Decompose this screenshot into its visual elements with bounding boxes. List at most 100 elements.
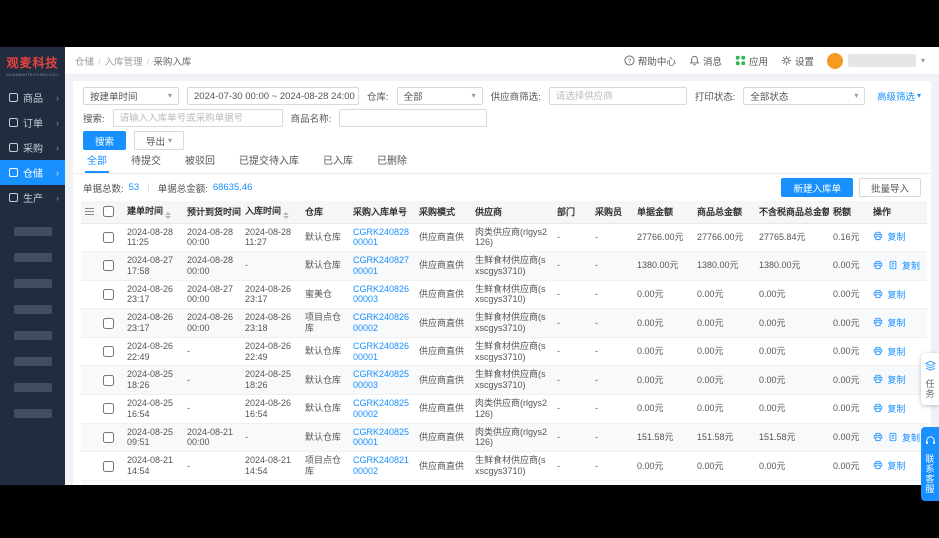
orders-icon bbox=[9, 118, 18, 127]
copy-link[interactable]: 复制 bbox=[902, 261, 920, 271]
expand-all-header[interactable] bbox=[81, 201, 99, 223]
cell-tax: 0.16元 bbox=[829, 223, 869, 252]
print-icon[interactable] bbox=[873, 403, 883, 413]
copy-link[interactable]: 复制 bbox=[902, 433, 920, 443]
supplier-filter-input[interactable] bbox=[549, 87, 687, 105]
tab-pending-submit[interactable]: 待提交 bbox=[129, 152, 163, 173]
copy-link[interactable]: 复制 bbox=[888, 375, 906, 385]
sort-icon[interactable] bbox=[283, 212, 289, 219]
print-status-value: 全部状态 bbox=[750, 89, 788, 103]
order-no-link[interactable]: CGRK24082600003 bbox=[353, 284, 409, 305]
print-icon[interactable] bbox=[873, 289, 883, 299]
redacted-menu-item[interactable] bbox=[14, 331, 52, 340]
row-checkbox[interactable] bbox=[103, 260, 114, 271]
new-inbound-button[interactable]: 新建入库单 bbox=[781, 178, 853, 197]
order-search-input[interactable] bbox=[113, 109, 283, 127]
row-checkbox[interactable] bbox=[103, 432, 114, 443]
order-no-link[interactable]: CGRK24082800001 bbox=[353, 227, 409, 248]
copy-link[interactable]: 复制 bbox=[888, 232, 906, 242]
tab-submitted-pending-inbound[interactable]: 已提交待入库 bbox=[237, 152, 301, 173]
doc-icon[interactable] bbox=[888, 260, 898, 270]
warehouse-select[interactable]: 全部 ▾ bbox=[397, 87, 483, 105]
redacted-menu-item[interactable] bbox=[14, 357, 52, 366]
select-all-header[interactable] bbox=[99, 201, 123, 223]
export-button[interactable]: 导出 ▾ bbox=[134, 131, 184, 150]
sidebar-item-purchase[interactable]: 采购› bbox=[0, 135, 65, 160]
breadcrumb-inbound-management[interactable]: 入库管理 bbox=[105, 54, 150, 68]
print-icon[interactable] bbox=[873, 432, 883, 442]
order-no-link[interactable]: CGRK24082500002 bbox=[353, 398, 409, 419]
col-inbound-time[interactable]: 入库时间 bbox=[241, 201, 301, 223]
row-checkbox[interactable] bbox=[103, 346, 114, 357]
copy-link[interactable]: 复制 bbox=[888, 461, 906, 471]
time-type-value: 按建单时间 bbox=[90, 89, 138, 103]
sort-icon[interactable] bbox=[165, 212, 171, 219]
date-range-input[interactable]: 2024-07-30 00:00 ~ 2024-08-28 24:00 bbox=[187, 87, 359, 105]
col-created[interactable]: 建单时间 bbox=[123, 201, 183, 223]
order-no-link[interactable]: CGRK24082100002 bbox=[353, 455, 409, 476]
account-menu[interactable]: ▾ bbox=[827, 53, 925, 69]
tab-all[interactable]: 全部 bbox=[85, 152, 109, 173]
redacted-menu-item[interactable] bbox=[14, 383, 52, 392]
sidebar-item-goods[interactable]: 商品› bbox=[0, 85, 65, 110]
row-checkbox[interactable] bbox=[103, 289, 114, 300]
screenshot-root: 观麦科技 GUANMAITECHNOLOGY 商品›订单›采购›仓储›生产› 仓… bbox=[0, 0, 939, 538]
expand-all-icon[interactable] bbox=[85, 208, 94, 209]
select-all-checkbox[interactable] bbox=[103, 206, 114, 217]
order-no-link[interactable]: CGRK24082700001 bbox=[353, 255, 409, 276]
order-no-link[interactable]: CGRK24082500001 bbox=[353, 427, 409, 448]
print-status-select[interactable]: 全部状态 ▾ bbox=[743, 87, 865, 105]
row-checkbox[interactable] bbox=[103, 375, 114, 386]
breadcrumb-warehouse[interactable]: 仓储 bbox=[75, 54, 101, 68]
cell-mode: 供应商直供 bbox=[415, 337, 471, 366]
apps-button[interactable]: 应用 bbox=[735, 54, 768, 68]
copy-link[interactable]: 复制 bbox=[888, 404, 906, 414]
settings-button[interactable]: 设置 bbox=[781, 54, 814, 68]
redacted-menu-item[interactable] bbox=[14, 253, 52, 262]
task-float-button[interactable]: 任务 bbox=[921, 353, 939, 405]
redacted-menu-item[interactable] bbox=[14, 279, 52, 288]
time-type-select[interactable]: 按建单时间 ▾ bbox=[83, 87, 179, 105]
order-no-link[interactable]: CGRK24082600001 bbox=[353, 341, 409, 362]
cell-tax: 0.00元 bbox=[829, 395, 869, 424]
table-row: 2024-08-25 18:26 - 2024-08-25 18:26 默认仓库… bbox=[81, 366, 927, 395]
product-name-input[interactable] bbox=[339, 109, 487, 127]
redacted-menu-item[interactable] bbox=[14, 227, 52, 236]
redacted-menu-item[interactable] bbox=[14, 409, 52, 418]
messages-button[interactable]: 消息 bbox=[689, 54, 722, 68]
print-icon[interactable] bbox=[873, 260, 883, 270]
search-button[interactable]: 搜索 bbox=[83, 131, 126, 150]
row-expand-cell bbox=[81, 395, 99, 424]
cell-amount: 0.00元 bbox=[633, 309, 693, 338]
copy-link[interactable]: 复制 bbox=[888, 290, 906, 300]
advanced-filter-link[interactable]: 高级筛选 ▾ bbox=[877, 89, 921, 103]
cell-order-no: CGRK24082700001 bbox=[349, 252, 415, 281]
print-icon[interactable] bbox=[873, 374, 883, 384]
copy-link[interactable]: 复制 bbox=[888, 318, 906, 328]
cell-warehouse: 默认仓库 bbox=[301, 395, 349, 424]
row-checkbox[interactable] bbox=[103, 232, 114, 243]
tab-rejected[interactable]: 被驳回 bbox=[183, 152, 217, 173]
warehouse-filter-label: 仓库: bbox=[367, 89, 389, 103]
order-no-link[interactable]: CGRK24082600002 bbox=[353, 312, 409, 333]
row-checkbox[interactable] bbox=[103, 318, 114, 329]
sidebar-item-production[interactable]: 生产› bbox=[0, 185, 65, 210]
row-checkbox[interactable] bbox=[103, 403, 114, 414]
row-checkbox[interactable] bbox=[103, 461, 114, 472]
sidebar-item-orders[interactable]: 订单› bbox=[0, 110, 65, 135]
print-icon[interactable] bbox=[873, 317, 883, 327]
sidebar-item-warehouse[interactable]: 仓储› bbox=[0, 160, 65, 185]
order-no-link[interactable]: CGRK24082500003 bbox=[353, 369, 409, 390]
tab-inbound-done[interactable]: 已入库 bbox=[321, 152, 355, 173]
tab-deleted[interactable]: 已删除 bbox=[375, 152, 409, 173]
print-icon[interactable] bbox=[873, 460, 883, 470]
batch-import-button[interactable]: 批量导入 bbox=[859, 178, 921, 197]
print-icon[interactable] bbox=[873, 231, 883, 241]
print-icon[interactable] bbox=[873, 346, 883, 356]
copy-link[interactable]: 复制 bbox=[888, 347, 906, 357]
contact-support-button[interactable]: 联系客服 bbox=[921, 427, 939, 501]
doc-icon[interactable] bbox=[888, 432, 898, 442]
redacted-menu-item[interactable] bbox=[14, 305, 52, 314]
help-center-button[interactable]: ? 帮助中心 bbox=[624, 54, 676, 68]
cell-order-no: CGRK240821 bbox=[349, 480, 415, 485]
